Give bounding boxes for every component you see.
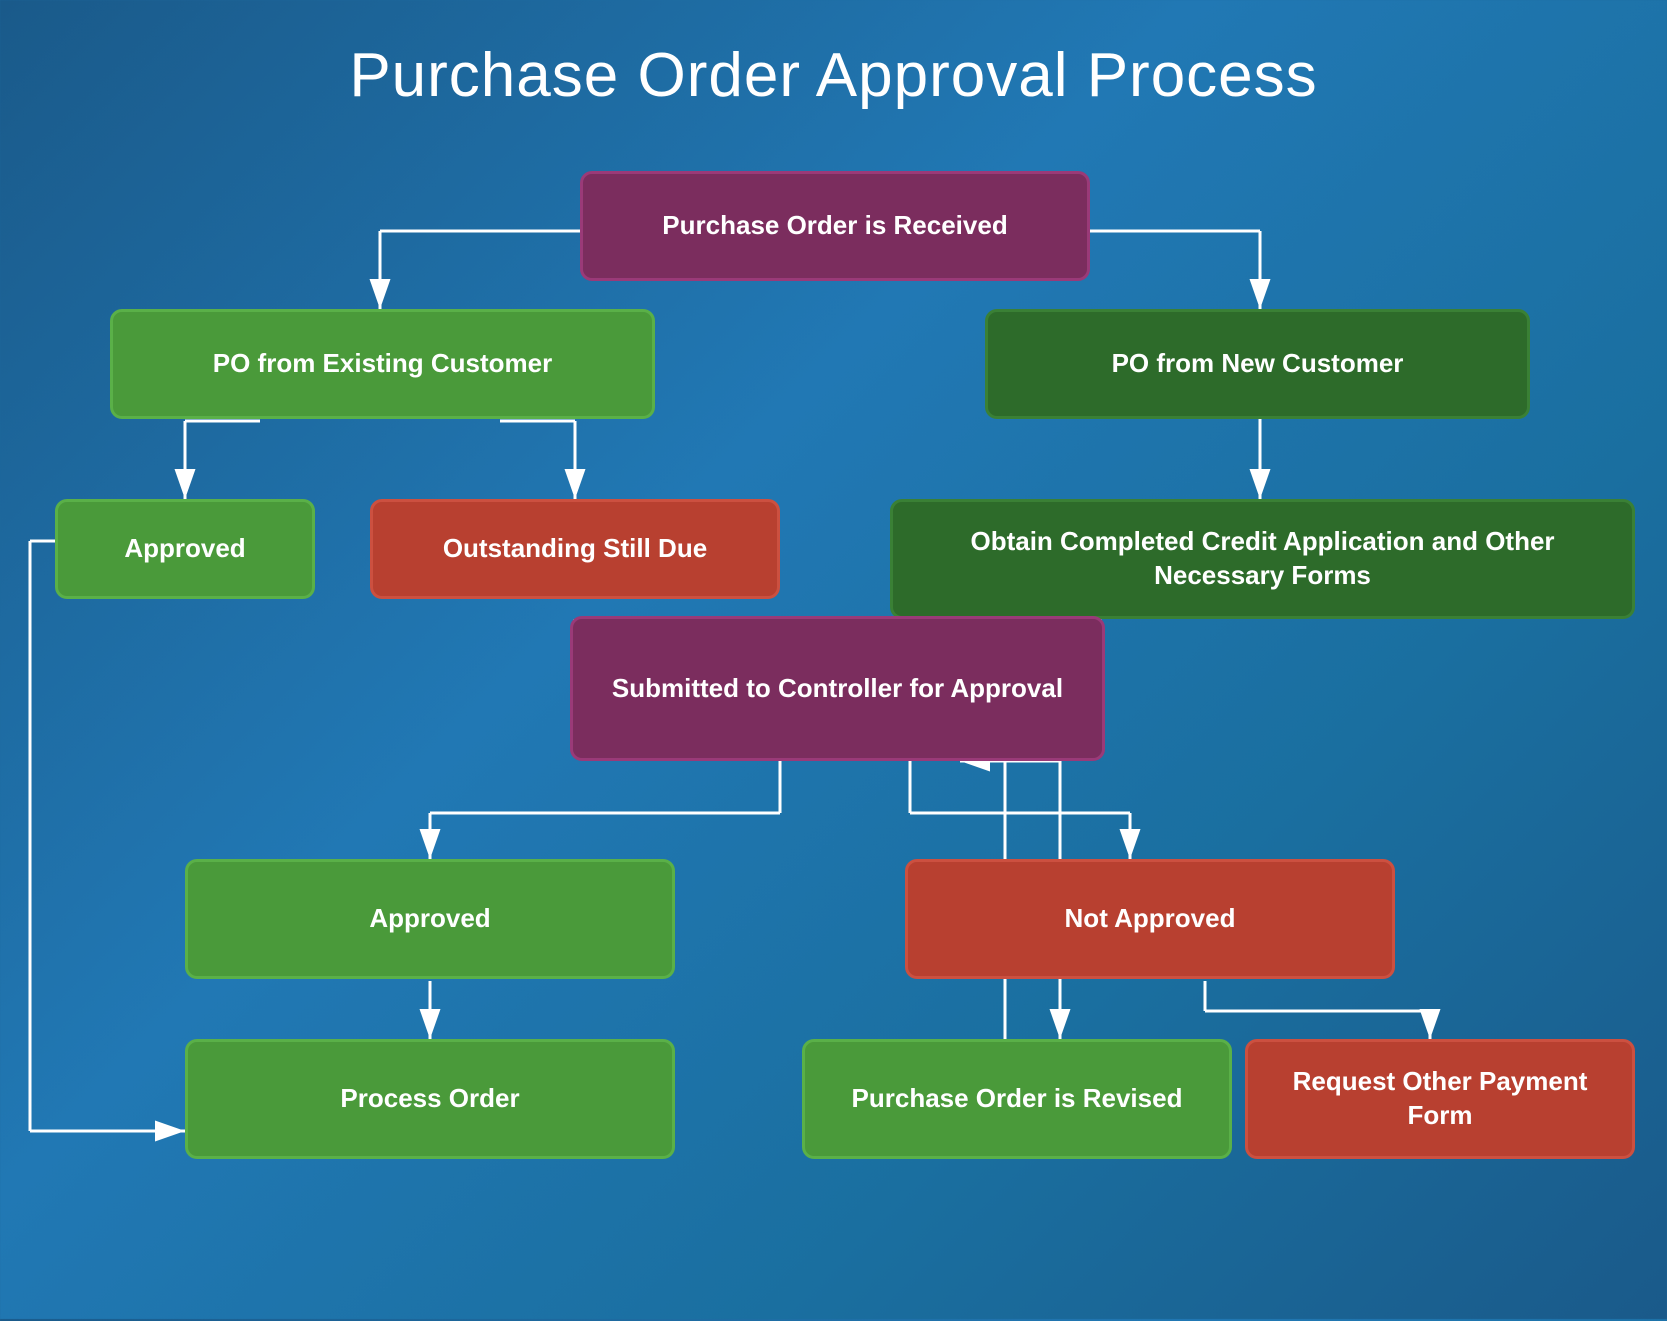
not-approved-box: Not Approved — [905, 859, 1395, 979]
po-revised-box: Purchase Order is Revised — [802, 1039, 1232, 1159]
approved-box-1: Approved — [55, 499, 315, 599]
request-payment-box: Request Other Payment Form — [1245, 1039, 1635, 1159]
po-existing-customer-box: PO from Existing Customer — [110, 309, 655, 419]
obtain-credit-box: Obtain Completed Credit Application and … — [890, 499, 1635, 619]
submitted-controller-box: Submitted to Controller for Approval — [570, 616, 1105, 761]
process-order-box: Process Order — [185, 1039, 675, 1159]
diagram-area: Purchase Order is Received PO from Exist… — [0, 141, 1667, 1321]
page-title: Purchase Order Approval Process — [0, 0, 1667, 141]
po-received-box: Purchase Order is Received — [580, 171, 1090, 281]
approved-box-2: Approved — [185, 859, 675, 979]
outstanding-still-due-box: Outstanding Still Due — [370, 499, 780, 599]
po-new-customer-box: PO from New Customer — [985, 309, 1530, 419]
